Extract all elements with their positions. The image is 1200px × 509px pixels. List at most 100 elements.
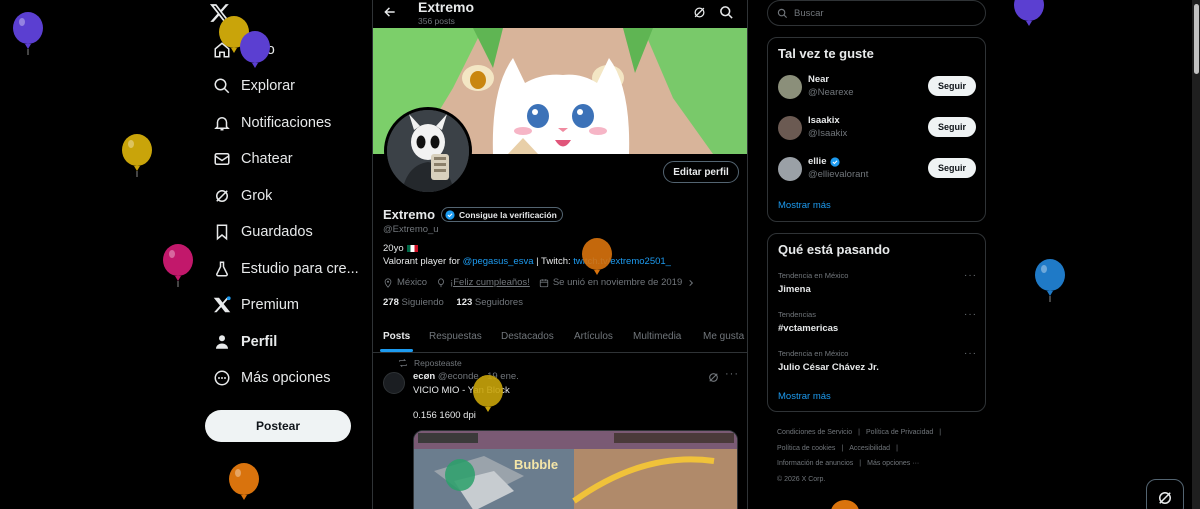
footer-link[interactable]: Accesibilidad	[849, 445, 890, 452]
trend-more-icon[interactable]: ···	[964, 270, 977, 281]
post-author-avatar[interactable]	[383, 372, 405, 394]
location-text: México	[397, 277, 428, 288]
profile-name: Extremo	[383, 207, 436, 222]
search-icon	[209, 73, 235, 99]
tab-replies[interactable]: Respuestas	[429, 320, 482, 353]
copyright: © 2026 X Corp.	[777, 475, 826, 483]
search-icon	[777, 8, 788, 18]
follow-button[interactable]: Seguir	[928, 117, 976, 137]
follow-button[interactable]: Seguir	[928, 158, 976, 178]
trend-more-icon[interactable]: ···	[964, 309, 977, 320]
profile-meta: México ¡Feliz cumpleaños! Se unió en nov…	[383, 277, 708, 288]
search-icon[interactable]	[719, 5, 734, 20]
following-label: Siguiendo	[401, 297, 444, 308]
user-name: ellie	[808, 156, 827, 167]
suggested-user[interactable]: Isaakix @Isaakix Seguir	[768, 111, 985, 149]
show-more-link[interactable]: Mostrar más	[778, 391, 831, 402]
tab-likes[interactable]: Me gusta	[703, 320, 744, 353]
grok-icon[interactable]	[692, 5, 707, 20]
balloon-decoration	[122, 134, 152, 177]
show-more-link[interactable]: Mostrar más	[778, 200, 831, 211]
followers-link[interactable]: 123 Seguidores	[456, 297, 523, 308]
trends-card: Qué está pasando Tendencia en México Jim…	[767, 233, 986, 412]
posts-count: 356 posts	[418, 16, 455, 26]
birthday-item[interactable]: ¡Feliz cumpleaños!	[436, 277, 530, 288]
balloon-decoration	[473, 375, 503, 412]
chevron-right-icon[interactable]	[687, 279, 695, 287]
nav-item-notifications[interactable]: Notificaciones	[196, 105, 372, 141]
footer-link[interactable]: Política de Privacidad	[866, 429, 933, 436]
post-button[interactable]: Postear	[205, 410, 351, 442]
trend-item[interactable]: Tendencia en México Jimena ···	[768, 270, 985, 309]
follow-button[interactable]: Seguir	[928, 76, 976, 96]
scrollbar[interactable]	[1192, 0, 1200, 509]
post-text: 0.156 1600 dpi	[413, 410, 476, 421]
location-pin-icon	[384, 277, 392, 288]
following-link[interactable]: 278 Siguiendo	[383, 297, 444, 308]
avatar[interactable]	[778, 75, 802, 99]
grok-floating-button[interactable]	[1146, 479, 1184, 509]
footer-link[interactable]: Condiciones de Servicio	[777, 429, 852, 436]
balloon-decoration	[13, 12, 43, 55]
nav-item-premium[interactable]: Premium	[196, 287, 372, 323]
nav-item-creator-studio[interactable]: Estudio para cre...	[196, 251, 372, 287]
trend-item[interactable]: Tendencias #vctamericas ···	[768, 309, 985, 348]
footer-links: Condiciones de Servicio | Política de Priv…	[777, 429, 942, 483]
user-name-row: ellie	[808, 156, 840, 167]
scrollbar-thumb[interactable]	[1194, 4, 1199, 74]
nav-item-bookmarks[interactable]: Guardados	[196, 214, 372, 250]
nav-label: Perfil	[241, 334, 278, 350]
tab-articles[interactable]: Artículos	[574, 320, 613, 353]
trend-title: Jimena	[778, 284, 811, 295]
get-verified-button[interactable]: Consigue la verificación	[441, 207, 563, 222]
back-arrow-icon[interactable]	[383, 5, 397, 19]
post-author-name[interactable]: ecøn	[413, 371, 435, 382]
nav-item-explore[interactable]: Explorar	[196, 68, 372, 104]
trend-title: #vctamericas	[778, 323, 839, 334]
balloon-decoration	[831, 500, 859, 509]
user-name: Near	[808, 74, 830, 85]
tab-highlights[interactable]: Destacados	[501, 320, 554, 353]
avatar[interactable]	[778, 157, 802, 181]
profile-avatar[interactable]	[384, 107, 472, 195]
followers-count: 123	[456, 297, 473, 308]
balloon-decoration	[240, 31, 270, 68]
nav-label: Estudio para cre...	[241, 261, 359, 277]
profile-column: Extremo 356 posts Editar perfil Extremo …	[372, 0, 748, 509]
tab-media[interactable]: Multimedia	[633, 320, 681, 353]
suggested-user[interactable]: ellie @ellievalorant Seguir	[768, 152, 985, 190]
suggested-user[interactable]: Near @Nearexe Seguir	[768, 70, 985, 108]
post-more-icon[interactable]: ···	[725, 368, 739, 380]
footer-link[interactable]: Política de cookies	[777, 445, 835, 452]
repost-label: Reposteaste	[414, 358, 462, 368]
joined-item: Se unió en noviembre de 2019	[539, 277, 699, 288]
bookmark-icon	[209, 219, 235, 245]
trend-more-icon[interactable]: ···	[964, 348, 977, 359]
search-box[interactable]	[767, 0, 986, 26]
grok-icon	[1159, 492, 1171, 504]
nav-item-profile[interactable]: Perfil	[196, 324, 372, 360]
page-title: Extremo	[418, 0, 475, 15]
footer-link[interactable]: Más opciones ···	[867, 460, 919, 467]
nav-item-more[interactable]: Más opciones	[196, 360, 372, 396]
nav-item-grok[interactable]: Grok	[196, 178, 372, 214]
bell-icon	[209, 110, 235, 136]
nav-item-chat[interactable]: Chatear	[196, 141, 372, 177]
media-text: Bubble	[514, 457, 558, 472]
search-input[interactable]	[794, 7, 974, 19]
calendar-icon	[539, 278, 548, 287]
edit-profile-button[interactable]: Editar perfil	[663, 161, 739, 183]
who-to-follow-card: Tal vez te guste Near @Nearexe Seguir Is…	[767, 37, 986, 222]
nav-label: Más opciones	[241, 370, 331, 386]
trend-item[interactable]: Tendencia en México Julio César Chávez J…	[768, 348, 985, 387]
avatar[interactable]	[778, 116, 802, 140]
grok-icon[interactable]	[707, 371, 720, 384]
bio-mention-link[interactable]: @pegasus_esva	[463, 256, 534, 267]
nav-label: Guardados	[241, 224, 313, 240]
balloon-decoration	[229, 463, 259, 500]
bio-text: | Twitch:	[533, 256, 574, 267]
profile-handle: @Extremo_u	[383, 224, 439, 235]
repost-icon	[399, 358, 407, 368]
footer-link[interactable]: Información de anuncios	[777, 460, 853, 467]
mexico-flag-icon	[406, 244, 418, 252]
